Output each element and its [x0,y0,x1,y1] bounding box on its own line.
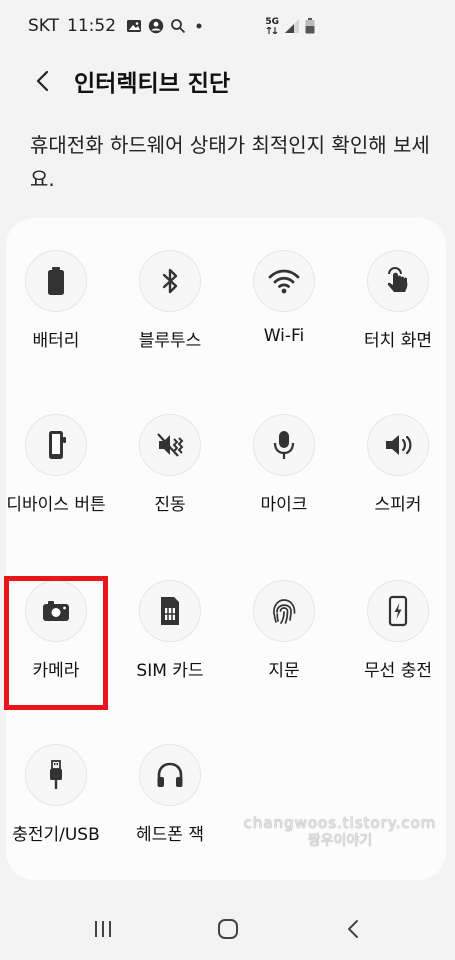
tile-device-buttons[interactable]: 디바이스 버튼 [0,382,112,532]
tile-label: SIM 카드 [136,661,204,681]
tile-speaker[interactable]: 스피커 [342,382,454,532]
camera-highlight-box [4,576,108,710]
tile-icon-circle [25,250,87,312]
tile-label: 충전기/USB [12,825,100,845]
tile-icon-circle [139,580,201,642]
page-title: 인터렉티브 진단 [74,71,231,97]
diagnostics-card: 배터리 블루투스 Wi-Fi 터치 화면 디바이스 버튼 진동 마이크 스피커 … [6,218,446,880]
carrier-label: SKT [28,16,60,36]
fingerprint-icon [273,599,296,624]
tile-icon-circle [139,250,201,312]
tile-charger-usb[interactable]: 충전기/USB [0,712,112,862]
tile-icon-circle [367,414,429,476]
status-left: SKT 11:52 [28,16,202,36]
watermark-name: 짱우이야기 [307,833,373,849]
back-arrow-icon [36,70,49,92]
tile-icon-circle [367,250,429,312]
wifi-icon [268,269,300,294]
tile-icon-circle [253,580,315,642]
tile-vibration[interactable]: 진동 [114,382,226,532]
touch-icon [387,267,408,292]
home-icon [217,919,238,939]
back-nav-icon [347,920,358,938]
tile-sim-card[interactable]: SIM 카드 [114,548,226,698]
tile-icon-circle [253,414,315,476]
sim-card-icon [161,597,179,625]
tile-label: 터치 화면 [364,331,432,351]
tile-label: 디바이스 버튼 [6,495,106,515]
back-button[interactable] [18,56,68,106]
battery-status-icon [305,18,315,34]
speaker-icon [386,435,412,455]
page-description: 휴대전화 하드웨어 상태가 최적인지 확인해 보세요. [30,133,430,191]
tile-wireless-charging[interactable]: 무선 충전 [342,548,454,698]
tile-headphone-jack[interactable]: 헤드폰 잭 [114,712,226,862]
search-notification-icon [170,18,186,34]
headphones-icon [157,762,183,787]
navigation-bar [0,898,455,960]
tile-label: 지문 [268,661,300,681]
home-button[interactable] [198,904,258,954]
back-nav-button[interactable] [323,904,383,954]
gallery-notification-icon [126,18,142,34]
tile-label: 블루투스 [138,331,202,351]
bluetooth-icon [162,268,178,294]
network-5g-icon: 5G [265,18,279,34]
battery-icon [48,267,64,295]
tile-icon-circle [253,250,315,312]
tile-label: 무선 충전 [364,661,432,681]
tile-bluetooth[interactable]: 블루투스 [114,218,226,368]
clock: 11:52 [67,16,117,36]
tile-icon-circle [25,744,87,806]
tile-microphone[interactable]: 마이크 [228,382,340,532]
wireless-charging-icon [388,595,408,627]
recent-apps-button[interactable] [73,904,133,954]
tile-label: 마이크 [260,495,308,515]
more-notifications-dot-icon [196,23,202,29]
tile-icon-circle [139,414,201,476]
tile-touch-screen[interactable]: 터치 화면 [342,218,454,368]
microphone-icon [273,431,295,459]
tile-battery[interactable]: 배터리 [0,218,112,368]
status-bar: SKT 11:52 5G [0,0,455,52]
watermark: changwoos.tistory.com 짱우이야기 [240,814,440,850]
network-badge: 5G [265,17,279,27]
recent-apps-icon [94,921,111,937]
tile-label: 스피커 [374,495,422,515]
watermark-url: changwoos.tistory.com [243,814,437,832]
tile-icon-circle [367,580,429,642]
status-right: 5G [265,18,315,34]
signal-strength-icon [284,18,300,34]
device-button-icon [49,431,66,459]
tile-label: 헤드폰 잭 [136,825,204,845]
account-notification-icon [148,18,164,34]
tile-label: 진동 [154,495,186,515]
tile-wifi[interactable]: Wi-Fi [228,218,340,368]
usb-icon [50,760,62,789]
tile-fingerprint[interactable]: 지문 [228,548,340,698]
tile-label: Wi-Fi [263,326,305,346]
tile-icon-circle [139,744,201,806]
tile-icon-circle [25,414,87,476]
vibration-icon [157,433,184,457]
tile-label: 배터리 [32,331,80,351]
app-header: 인터렉티브 진단 [0,56,455,106]
